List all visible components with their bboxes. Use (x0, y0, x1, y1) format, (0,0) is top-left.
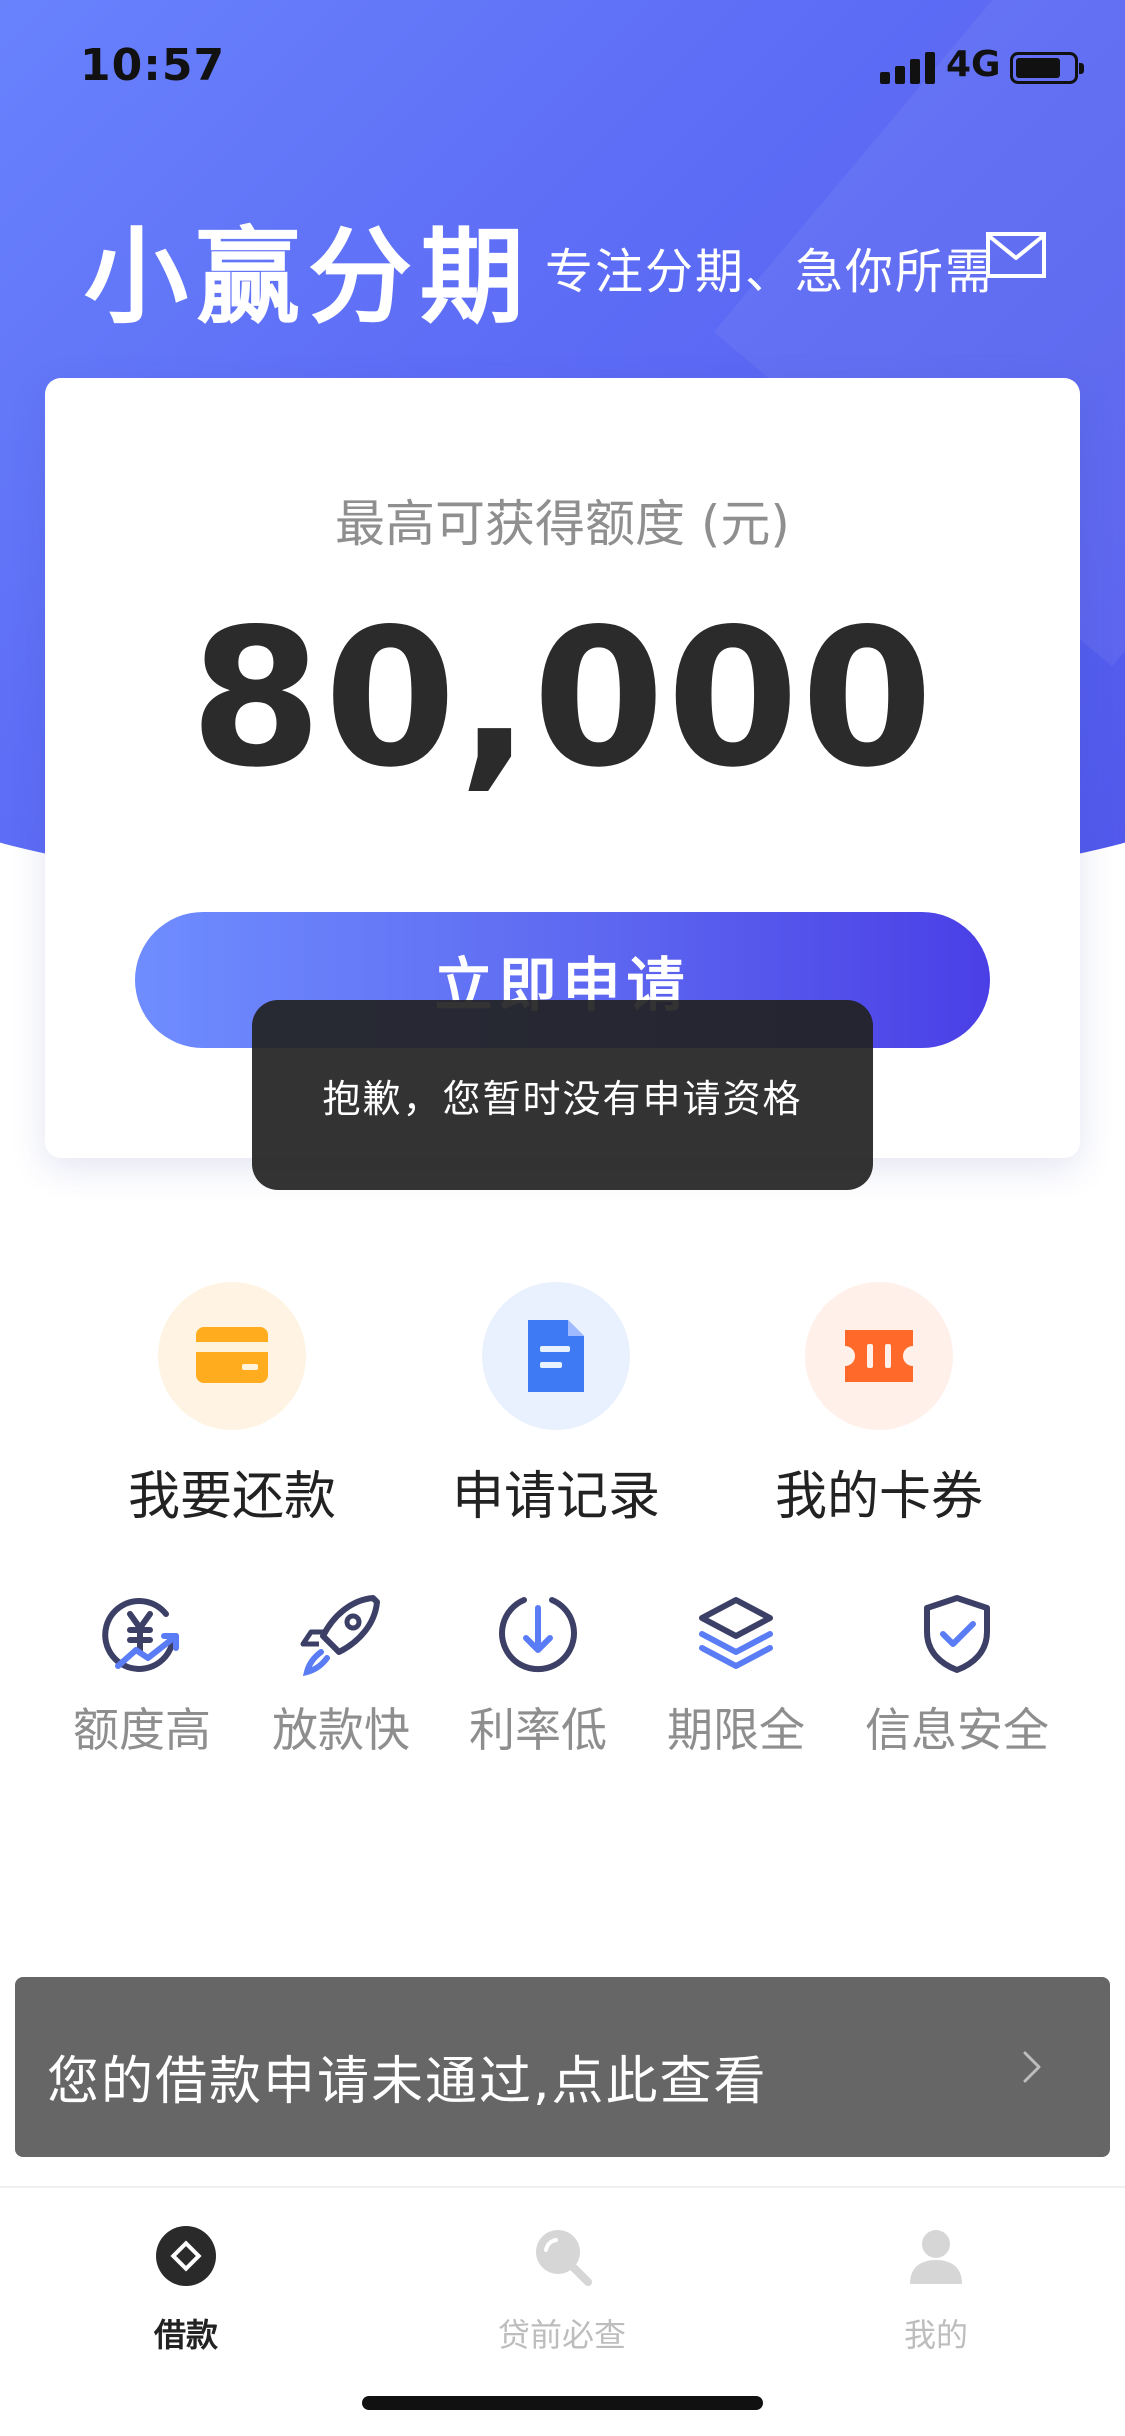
feature-label: 期限全 (667, 1703, 805, 1757)
quick-action-circle (158, 1282, 306, 1430)
tab-label: 我的 (903, 2316, 968, 2354)
quick-action-label: 申请记录 (451, 1467, 660, 1527)
home-indicator (362, 2396, 763, 2410)
credit-limit-amount: 80,000 (189, 588, 936, 809)
quick-action-records[interactable]: 申请记录 (426, 1282, 686, 1527)
user-icon (910, 2230, 962, 2284)
feature-full-terms: 期限全 (631, 1592, 841, 1757)
feature-label: 放款快 (272, 1703, 410, 1757)
app-screen: 10:57 4G 小赢分期 专注分期、急你所需 最高可获得额度 (元) 80,0… (0, 0, 1125, 2436)
card-icon (196, 1327, 268, 1383)
tab-label: 贷前必查 (497, 2316, 626, 2354)
rocket-icon (300, 1595, 380, 1676)
tab-borrow[interactable]: 借款 (66, 2218, 306, 2358)
status-time: 10:57 (80, 40, 226, 91)
quick-action-coupons[interactable]: 我的卡券 (749, 1282, 1009, 1527)
borrow-icon (156, 2226, 216, 2286)
yuan-growth-icon (102, 1598, 179, 1672)
feature-label: 信息安全 (865, 1703, 1049, 1757)
feature-fast-loan: 放款快 (236, 1592, 446, 1757)
feature-info-security: 信息安全 (852, 1592, 1062, 1757)
quick-action-circle (805, 1282, 953, 1430)
document-icon (528, 1320, 584, 1392)
tab-pre-loan-check[interactable]: 贷前必查 (442, 2218, 682, 2358)
chevron-right-icon (1023, 2051, 1041, 2083)
mail-icon[interactable] (986, 232, 1046, 278)
tab-label: 借款 (153, 2316, 218, 2354)
battery-icon (1010, 52, 1084, 84)
feature-low-rate: 利率低 (433, 1592, 643, 1757)
layers-icon (699, 1597, 773, 1669)
tab-mine[interactable]: 我的 (816, 2218, 1056, 2358)
search-icon (536, 2230, 592, 2286)
network-label: 4G (946, 44, 1001, 85)
quick-action-repay[interactable]: 我要还款 (102, 1282, 362, 1527)
feature-label: 额度高 (73, 1703, 211, 1757)
down-arrow-circle-icon (499, 1597, 577, 1673)
app-title: 小赢分期 (84, 216, 533, 338)
quick-action-label: 我要还款 (127, 1467, 336, 1527)
quick-action-label: 我的卡券 (774, 1467, 983, 1527)
feature-label: 利率低 (469, 1703, 607, 1757)
app-slogan: 专注分期、急你所需 (545, 244, 996, 300)
status-bar: 10:57 4G (0, 0, 1125, 132)
credit-limit-label: 最高可获得额度 (元) (335, 495, 790, 553)
notice-text: 您的借款申请未通过,点此查看 (47, 2052, 768, 2112)
shield-check-icon (924, 1595, 990, 1673)
signal-icon (880, 50, 936, 84)
ticket-icon (845, 1330, 913, 1382)
quick-action-circle (482, 1282, 630, 1430)
loan-rejected-notice[interactable]: 您的借款申请未通过,点此查看 (15, 1977, 1110, 2157)
feature-high-limit: 额度高 (37, 1592, 247, 1757)
toast-message: 抱歉，您暂时没有申请资格 (252, 1000, 873, 1190)
